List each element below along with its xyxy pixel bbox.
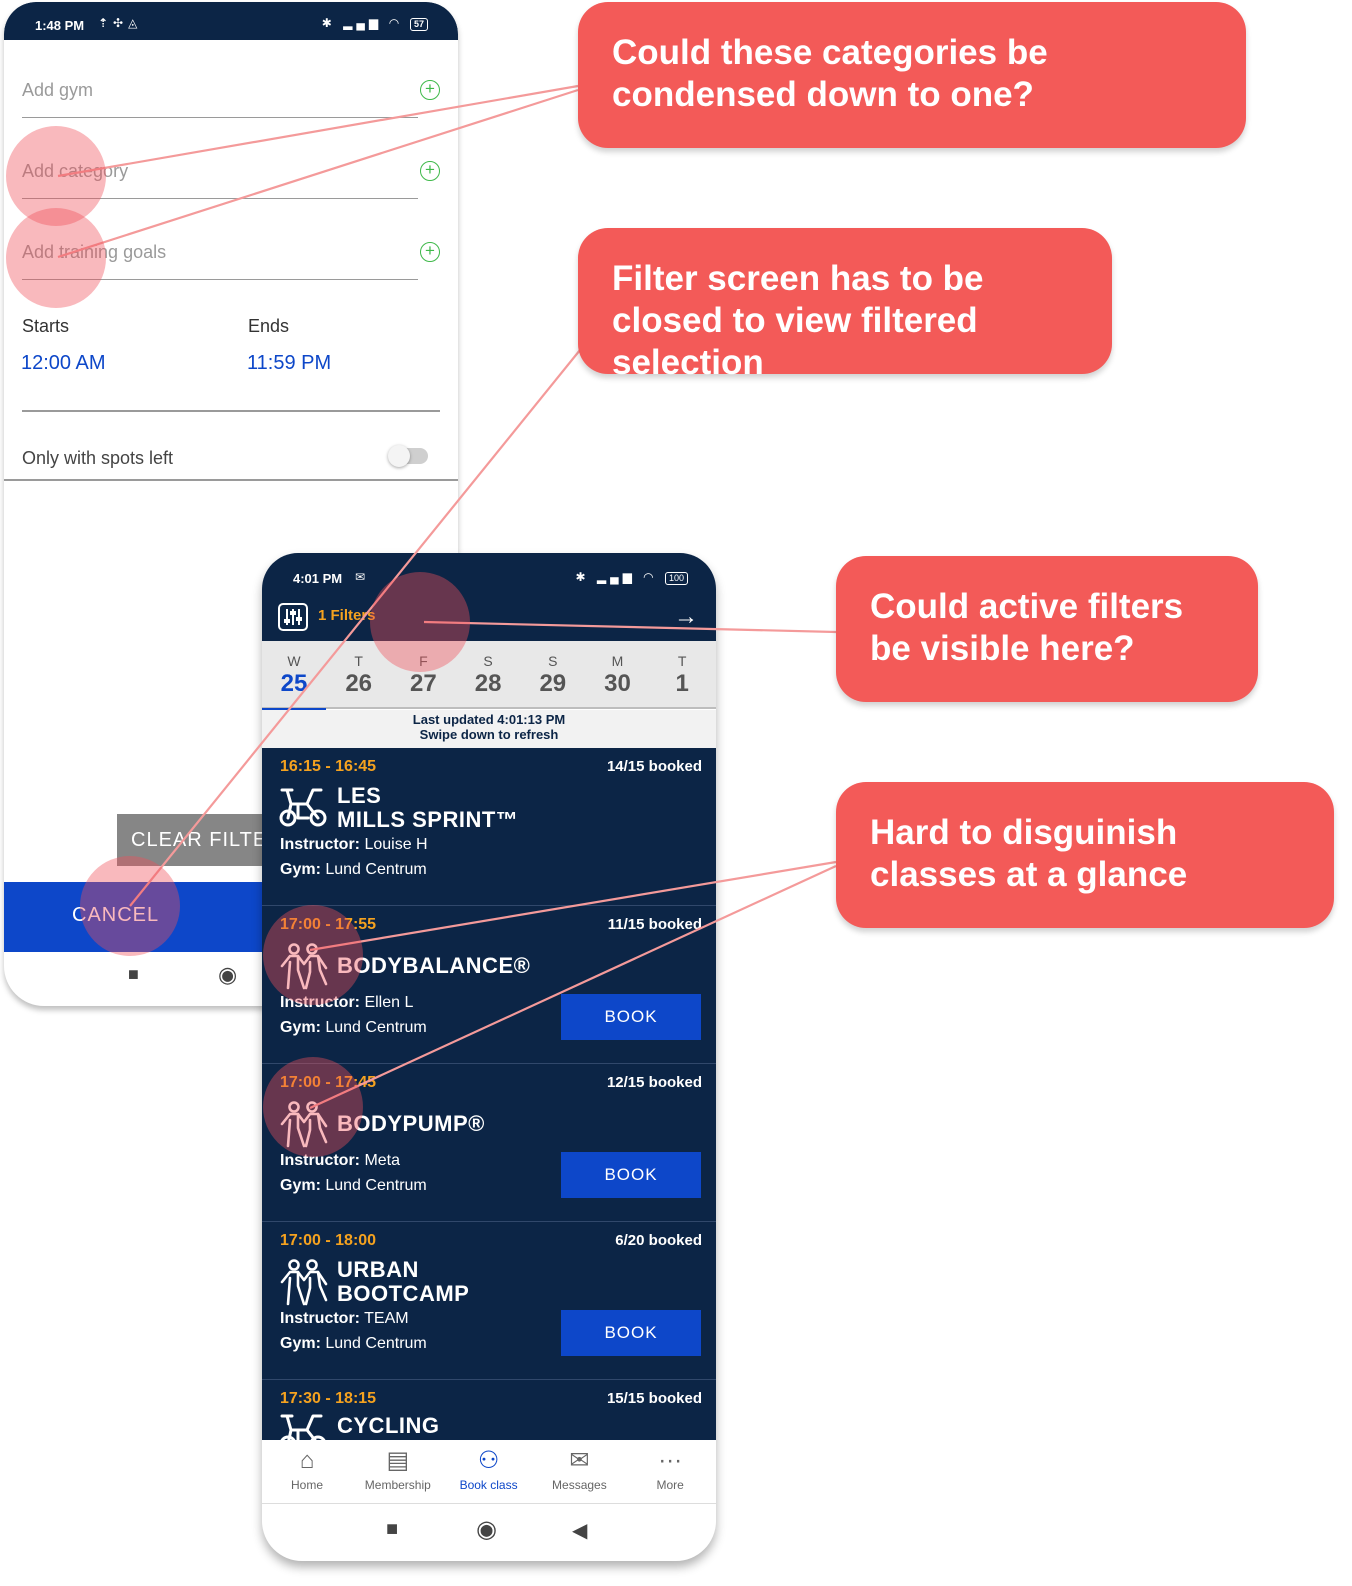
connector-filters <box>423 620 837 634</box>
highlight-training-goals <box>6 208 106 308</box>
highlight-bodybalance-icon <box>263 905 363 1005</box>
highlight-filters <box>370 572 470 672</box>
highlight-bodypump-icon <box>263 1057 363 1157</box>
callout-condense-categories: Could these categories be condensed down… <box>578 2 1246 148</box>
connector-bodybalance <box>309 860 837 952</box>
connector-training-goals <box>57 88 579 259</box>
callout-filter-screen-closed: Filter screen has to be closed to view f… <box>578 228 1112 382</box>
highlight-cancel <box>80 856 180 956</box>
connector-bodypump <box>309 865 837 1109</box>
callout-active-filters: Could active filters be visible here? <box>836 556 1258 702</box>
connector-category <box>57 84 579 178</box>
callout-hard-to-distinguish: Hard to disguinish classes at a glance <box>836 782 1334 928</box>
annotated-screenshot: 1:48 PM ⇡✣◬ ✱ ▂▄▆ ◠ 57 Add gym + Add cat… <box>0 0 1352 1586</box>
connector-cancel <box>129 349 581 907</box>
